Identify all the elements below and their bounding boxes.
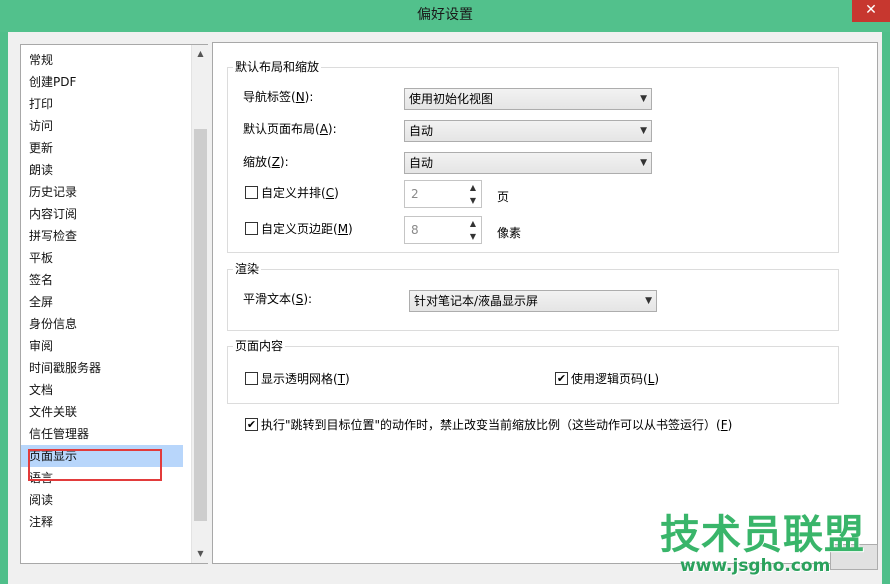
- custom-margin-unit: 像素: [497, 226, 522, 240]
- stepper-buttons: ▲ ▼: [465, 181, 481, 207]
- category-item-timestamp-server[interactable]: 时间戳服务器: [21, 357, 183, 379]
- title-bar: 偏好设置 ✕: [0, 0, 890, 32]
- category-item-reading[interactable]: 阅读: [21, 489, 183, 511]
- category-item-identity[interactable]: 身份信息: [21, 313, 183, 335]
- page-layout-label: 默认页面布局(A):: [243, 122, 337, 136]
- custom-margin-label: 自定义页边距(M): [261, 222, 353, 236]
- category-item-review[interactable]: 审阅: [21, 335, 183, 357]
- settings-panel: 默认布局和缩放 导航标签(N): 使用初始化视图 ▼ 默认页面布局(A): 自动 ▼…: [212, 42, 878, 564]
- category-item-signature[interactable]: 签名: [21, 269, 183, 291]
- category-item-trust-manager[interactable]: 信任管理器: [21, 423, 183, 445]
- custom-columns-unit: 页: [497, 190, 510, 204]
- category-items: 常规 创建PDF 打印 访问 更新 朗读 历史记录 内容订阅 拼写检查 平板 签…: [21, 45, 191, 563]
- custom-columns-label: 自定义并排(C): [261, 186, 339, 200]
- chevron-down-icon: ▼: [645, 296, 652, 306]
- stepper-up-icon[interactable]: ▲: [465, 217, 481, 230]
- stepper-down-icon[interactable]: ▼: [465, 230, 481, 243]
- smooth-text-select[interactable]: 针对笔记本/液晶显示屏 ▼: [409, 290, 657, 312]
- category-item-read-aloud[interactable]: 朗读: [21, 159, 183, 181]
- transparency-grid-label: 显示透明网格(T): [261, 372, 350, 386]
- category-item-fullscreen[interactable]: 全屏: [21, 291, 183, 313]
- lock-zoom-on-goto-checkbox[interactable]: ✔: [245, 418, 258, 431]
- scroll-down-arrow-icon[interactable]: ▼: [192, 545, 209, 562]
- stepper-down-icon[interactable]: ▼: [465, 194, 481, 207]
- nav-tab-label: 导航标签(N):: [243, 90, 314, 104]
- category-item-update[interactable]: 更新: [21, 137, 183, 159]
- category-list-scrollbar[interactable]: ▲ ▼: [191, 45, 208, 563]
- custom-columns-checkbox[interactable]: [245, 186, 258, 199]
- scroll-up-arrow-icon[interactable]: ▲: [192, 45, 209, 62]
- category-item-create-pdf[interactable]: 创建PDF: [21, 71, 183, 93]
- rendering-group-title: 渲染: [233, 261, 262, 277]
- nav-tab-select[interactable]: 使用初始化视图 ▼: [404, 88, 652, 110]
- category-item-print[interactable]: 打印: [21, 93, 183, 115]
- chevron-down-icon: ▼: [640, 158, 647, 168]
- custom-margin-checkbox[interactable]: [245, 222, 258, 235]
- smooth-text-label: 平滑文本(S):: [243, 292, 313, 306]
- category-item-access[interactable]: 访问: [21, 115, 183, 137]
- custom-margin-stepper[interactable]: 8 ▲ ▼: [404, 216, 482, 244]
- zoom-select[interactable]: 自动 ▼: [404, 152, 652, 174]
- transparency-grid-checkbox[interactable]: [245, 372, 258, 385]
- close-button[interactable]: ✕: [852, 0, 890, 22]
- custom-columns-stepper[interactable]: 2 ▲ ▼: [404, 180, 482, 208]
- category-item-documents[interactable]: 文档: [21, 379, 183, 401]
- category-item-page-display[interactable]: 页面显示: [21, 445, 183, 467]
- category-item-general[interactable]: 常规: [21, 49, 183, 71]
- zoom-label: 缩放(Z):: [243, 155, 289, 169]
- stepper-buttons: ▲ ▼: [465, 217, 481, 243]
- stepper-up-icon[interactable]: ▲: [465, 181, 481, 194]
- logical-page-label: 使用逻辑页码(L): [571, 372, 660, 386]
- category-item-tablet[interactable]: 平板: [21, 247, 183, 269]
- category-item-history[interactable]: 历史记录: [21, 181, 183, 203]
- chevron-down-icon: ▼: [640, 126, 647, 136]
- category-item-language[interactable]: 语言: [21, 467, 183, 489]
- dialog-button[interactable]: [830, 544, 878, 570]
- page-layout-select[interactable]: 自动 ▼: [404, 120, 652, 142]
- preferences-dialog: 常规 创建PDF 打印 访问 更新 朗读 历史记录 内容订阅 拼写检查 平板 签…: [8, 32, 882, 584]
- category-item-spell-check[interactable]: 拼写检查: [21, 225, 183, 247]
- category-list: 常规 创建PDF 打印 访问 更新 朗读 历史记录 内容订阅 拼写检查 平板 签…: [20, 44, 208, 564]
- logical-page-checkbox[interactable]: ✔: [555, 372, 568, 385]
- scrollbar-thumb[interactable]: [194, 129, 207, 521]
- category-item-file-association[interactable]: 文件关联: [21, 401, 183, 423]
- window-title: 偏好设置: [417, 7, 473, 23]
- lock-zoom-on-goto-label: 执行"跳转到目标位置"的动作时，禁止改变当前缩放比例（这些动作可以从书签运行）(…: [261, 418, 733, 432]
- category-item-subscriptions[interactable]: 内容订阅: [21, 203, 183, 225]
- layout-zoom-group-title: 默认布局和缩放: [233, 59, 322, 75]
- chevron-down-icon: ▼: [640, 94, 647, 104]
- page-content-group-title: 页面内容: [233, 338, 286, 354]
- category-item-comments[interactable]: 注释: [21, 511, 183, 533]
